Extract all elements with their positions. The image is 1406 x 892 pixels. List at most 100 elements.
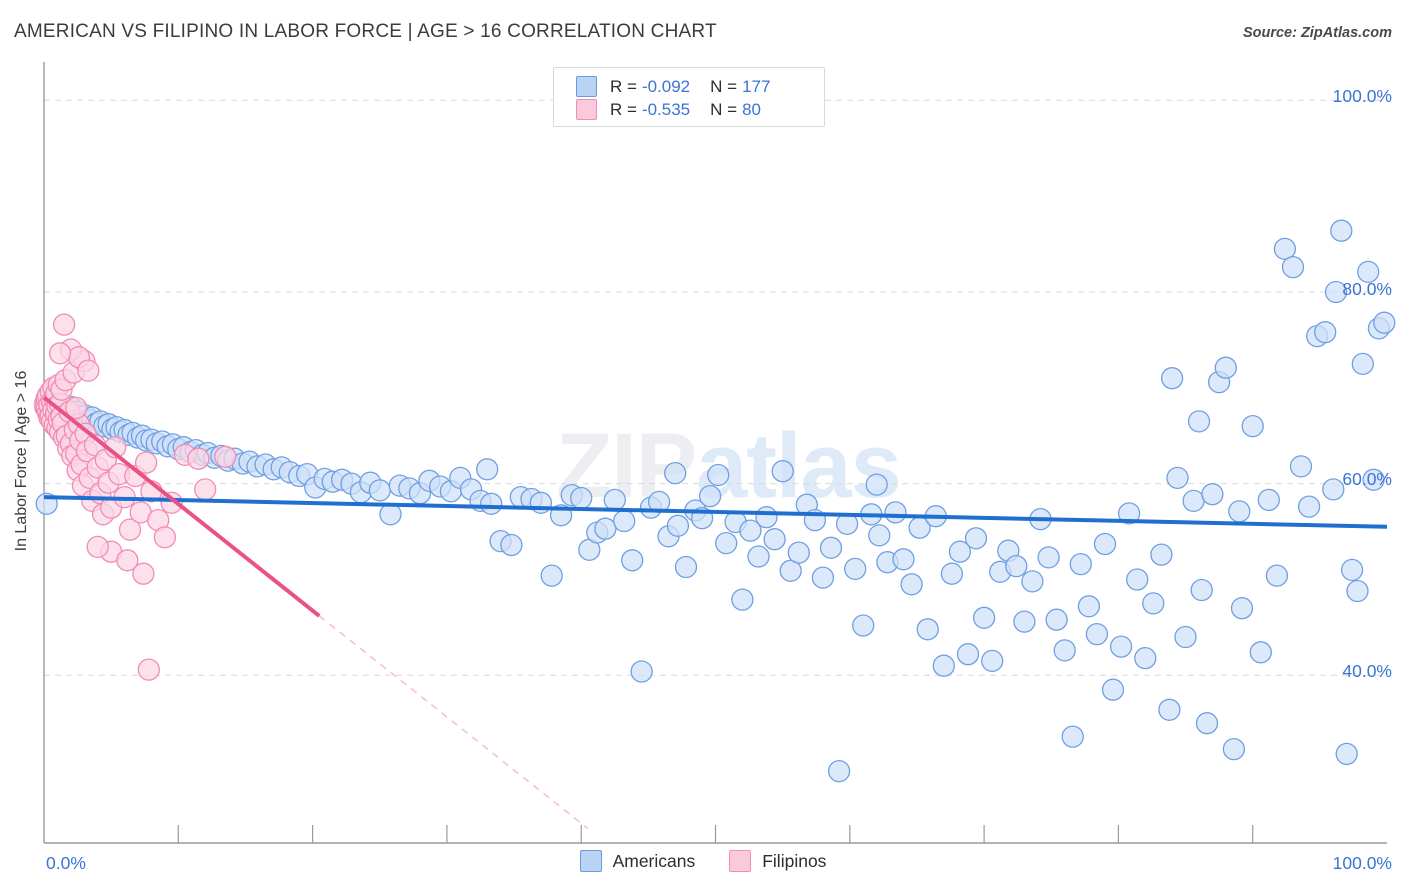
data-point [540, 564, 563, 587]
data-point [1346, 579, 1369, 603]
data-point [844, 557, 867, 581]
data-point [1166, 466, 1189, 490]
data-point [134, 451, 158, 474]
filipinos-n-value: 80 [742, 99, 761, 119]
data-point [1045, 608, 1068, 631]
data-point [819, 536, 843, 559]
data-point [368, 479, 391, 502]
data-point [1335, 742, 1358, 766]
legend-item-filipinos[interactable]: Filipinos [729, 850, 826, 872]
data-point [1037, 546, 1060, 569]
data-point [1053, 639, 1076, 662]
data-point [500, 533, 523, 557]
data-point [1021, 570, 1044, 593]
filipinos-r-label: R = [610, 99, 637, 119]
data-point [1085, 622, 1109, 646]
data-point [972, 606, 996, 629]
data-point [1069, 552, 1092, 576]
americans-r-value: -0.092 [641, 76, 691, 96]
data-point [137, 658, 160, 681]
data-point [1289, 455, 1313, 478]
correlation-stats-box: R = -0.092 N = 177 R = -0.535 N = 80 [553, 67, 825, 127]
data-point [1330, 219, 1353, 242]
data-point [1297, 495, 1321, 518]
data-point [715, 531, 738, 555]
data-point [1214, 356, 1237, 379]
y-tick-100: 100.0% [1332, 86, 1392, 106]
data-point [884, 501, 907, 524]
legend-item-americans[interactable]: Americans [579, 850, 695, 872]
data-point [187, 447, 210, 470]
data-point [1257, 488, 1280, 512]
data-point [763, 528, 786, 551]
data-point [1222, 737, 1246, 761]
series-legend: Americans Filipinos [0, 850, 1406, 872]
data-point [940, 562, 964, 585]
data-point [1158, 698, 1181, 721]
data-point [1190, 578, 1213, 602]
data-point [664, 461, 687, 485]
data-point [1265, 564, 1289, 587]
stat-row-americans: R = -0.092 N = 177 [554, 75, 824, 98]
y-tick-80: 80.0% [1342, 279, 1392, 299]
data-point [666, 514, 690, 537]
data-point [476, 458, 499, 481]
filipinos-legend-swatch-icon [729, 850, 752, 872]
data-point [956, 643, 980, 666]
data-point [811, 566, 835, 589]
filipinos-swatch-icon [576, 99, 597, 120]
data-point [1077, 595, 1101, 618]
data-point [214, 445, 237, 468]
data-point [52, 313, 76, 336]
y-tick-40: 40.0% [1342, 661, 1392, 681]
data-point [707, 463, 730, 487]
data-point [194, 478, 217, 501]
americans-n-label: N = [710, 76, 738, 96]
data-point [630, 660, 653, 683]
data-point [1314, 321, 1337, 344]
data-point [981, 649, 1004, 673]
data-point [1228, 500, 1251, 523]
data-point [1201, 483, 1224, 506]
data-point [868, 524, 891, 547]
data-point [613, 509, 636, 533]
data-point [1126, 568, 1149, 591]
data-point [603, 488, 626, 512]
trendline-filipinos-extension [318, 615, 589, 830]
scatter-plot-canvas [34, 62, 1396, 844]
data-point [1195, 712, 1219, 735]
data-point [570, 486, 593, 510]
data-point [1322, 478, 1345, 501]
data-point [964, 527, 988, 550]
data-point [1134, 646, 1157, 670]
americans-swatch-icon [576, 76, 597, 97]
data-point [1061, 725, 1084, 748]
data-point [621, 549, 644, 572]
data-point [1150, 543, 1173, 566]
data-point [1182, 489, 1205, 513]
data-point [77, 359, 100, 382]
data-point [787, 541, 810, 564]
data-point [480, 492, 503, 515]
data-point [731, 588, 754, 611]
americans-r-label: R = [610, 76, 637, 96]
data-point [48, 342, 72, 365]
data-point [1160, 367, 1184, 390]
data-point [827, 759, 851, 783]
data-point [747, 545, 770, 568]
data-point [1005, 554, 1028, 578]
data-point [1241, 414, 1264, 438]
data-point [1249, 641, 1272, 664]
data-point [1351, 352, 1374, 376]
data-point [852, 614, 875, 637]
data-point [1013, 610, 1036, 633]
data-point [674, 555, 698, 579]
data-point [1373, 311, 1396, 334]
data-point [892, 548, 915, 571]
data-point [1109, 635, 1133, 658]
data-point [379, 503, 402, 526]
data-point [865, 473, 888, 496]
americans-legend-swatch-icon [579, 850, 602, 872]
filipinos-n-label: N = [710, 99, 738, 119]
data-point [916, 618, 939, 641]
